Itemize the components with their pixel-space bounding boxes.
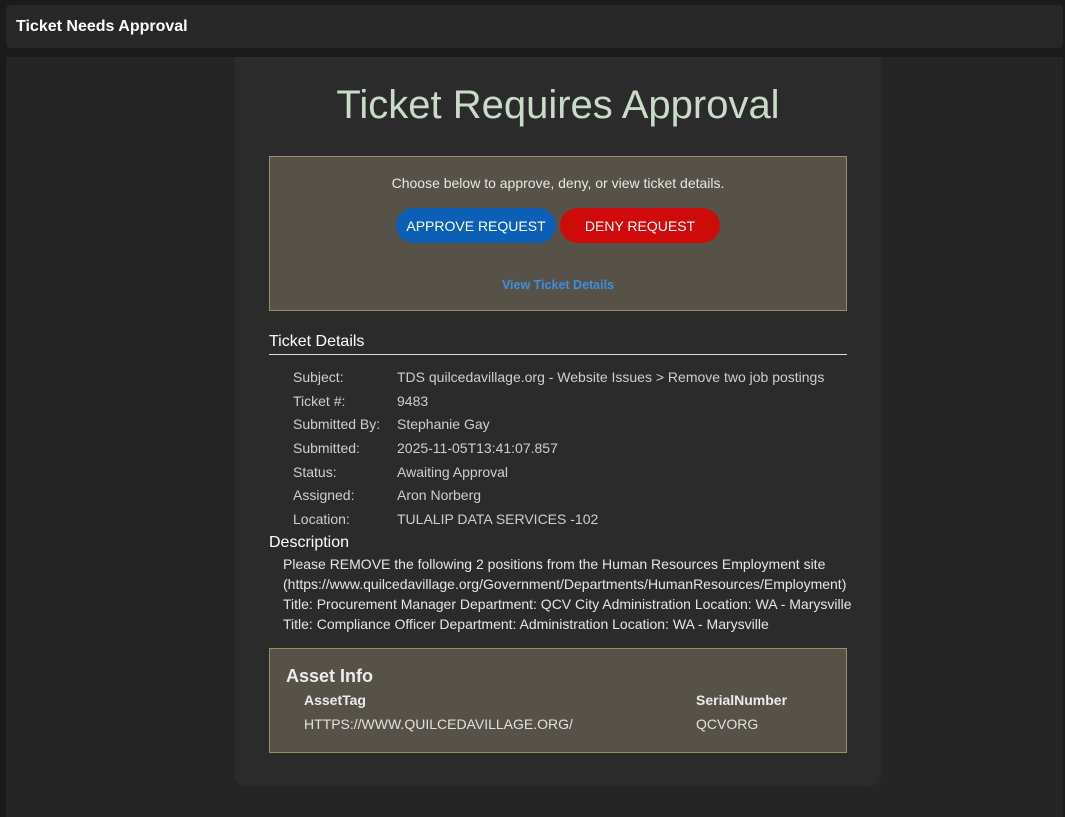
description-heading: Description xyxy=(269,534,350,551)
asset-column-header: AssetTag xyxy=(304,692,366,708)
detail-value: TDS quilcedavillage.org - Website Issues… xyxy=(397,369,825,385)
detail-label: Ticket #: xyxy=(293,393,346,409)
detail-label: Location: xyxy=(293,511,350,527)
detail-value: Stephanie Gay xyxy=(397,416,490,432)
detail-label: Submitted: xyxy=(293,440,360,456)
detail-label: Subject: xyxy=(293,369,344,385)
detail-label: Submitted By: xyxy=(293,416,381,432)
view-ticket-details-link[interactable]: View Ticket Details xyxy=(270,278,846,292)
detail-label: Status: xyxy=(293,464,337,480)
detail-value: Awaiting Approval xyxy=(397,464,509,480)
serial-number-value: QCVORG xyxy=(696,716,759,732)
approval-card: Ticket Requires Approval Choose below to… xyxy=(235,57,881,786)
window-title: Ticket Needs Approval xyxy=(16,17,188,35)
deny-request-button[interactable]: DENY REQUEST xyxy=(560,208,720,243)
approve-request-button[interactable]: APPROVE REQUEST xyxy=(396,208,556,243)
detail-value: 9483 xyxy=(397,393,429,409)
approval-panel: Choose below to approve, deny, or view t… xyxy=(269,156,847,311)
description-text: Please REMOVE the following 2 positions … xyxy=(283,556,852,632)
window-title-bar: Ticket Needs Approval xyxy=(6,5,1063,48)
detail-value: Aron Norberg xyxy=(397,487,482,503)
ticket-details-heading: Ticket Details xyxy=(269,333,847,355)
page-title: Ticket Requires Approval xyxy=(336,83,780,127)
asset-tag-value: HTTPS://WWW.QUILCEDAVILLAGE.ORG/ xyxy=(304,716,573,732)
asset-info-heading: Asset Info xyxy=(286,666,374,686)
page-background: Ticket Requires Approval Choose below to… xyxy=(6,57,1063,817)
asset-info-panel: Asset Info AssetTag SerialNumber HTTPS:/… xyxy=(269,648,847,753)
detail-label: Assigned: xyxy=(293,487,355,503)
detail-value: 2025-11-05T13:41:07.857 xyxy=(397,440,558,456)
asset-column-header: SerialNumber xyxy=(696,692,788,708)
detail-value: TULALIP DATA SERVICES -102 xyxy=(397,511,599,527)
approval-prompt: Choose below to approve, deny, or view t… xyxy=(391,175,725,191)
